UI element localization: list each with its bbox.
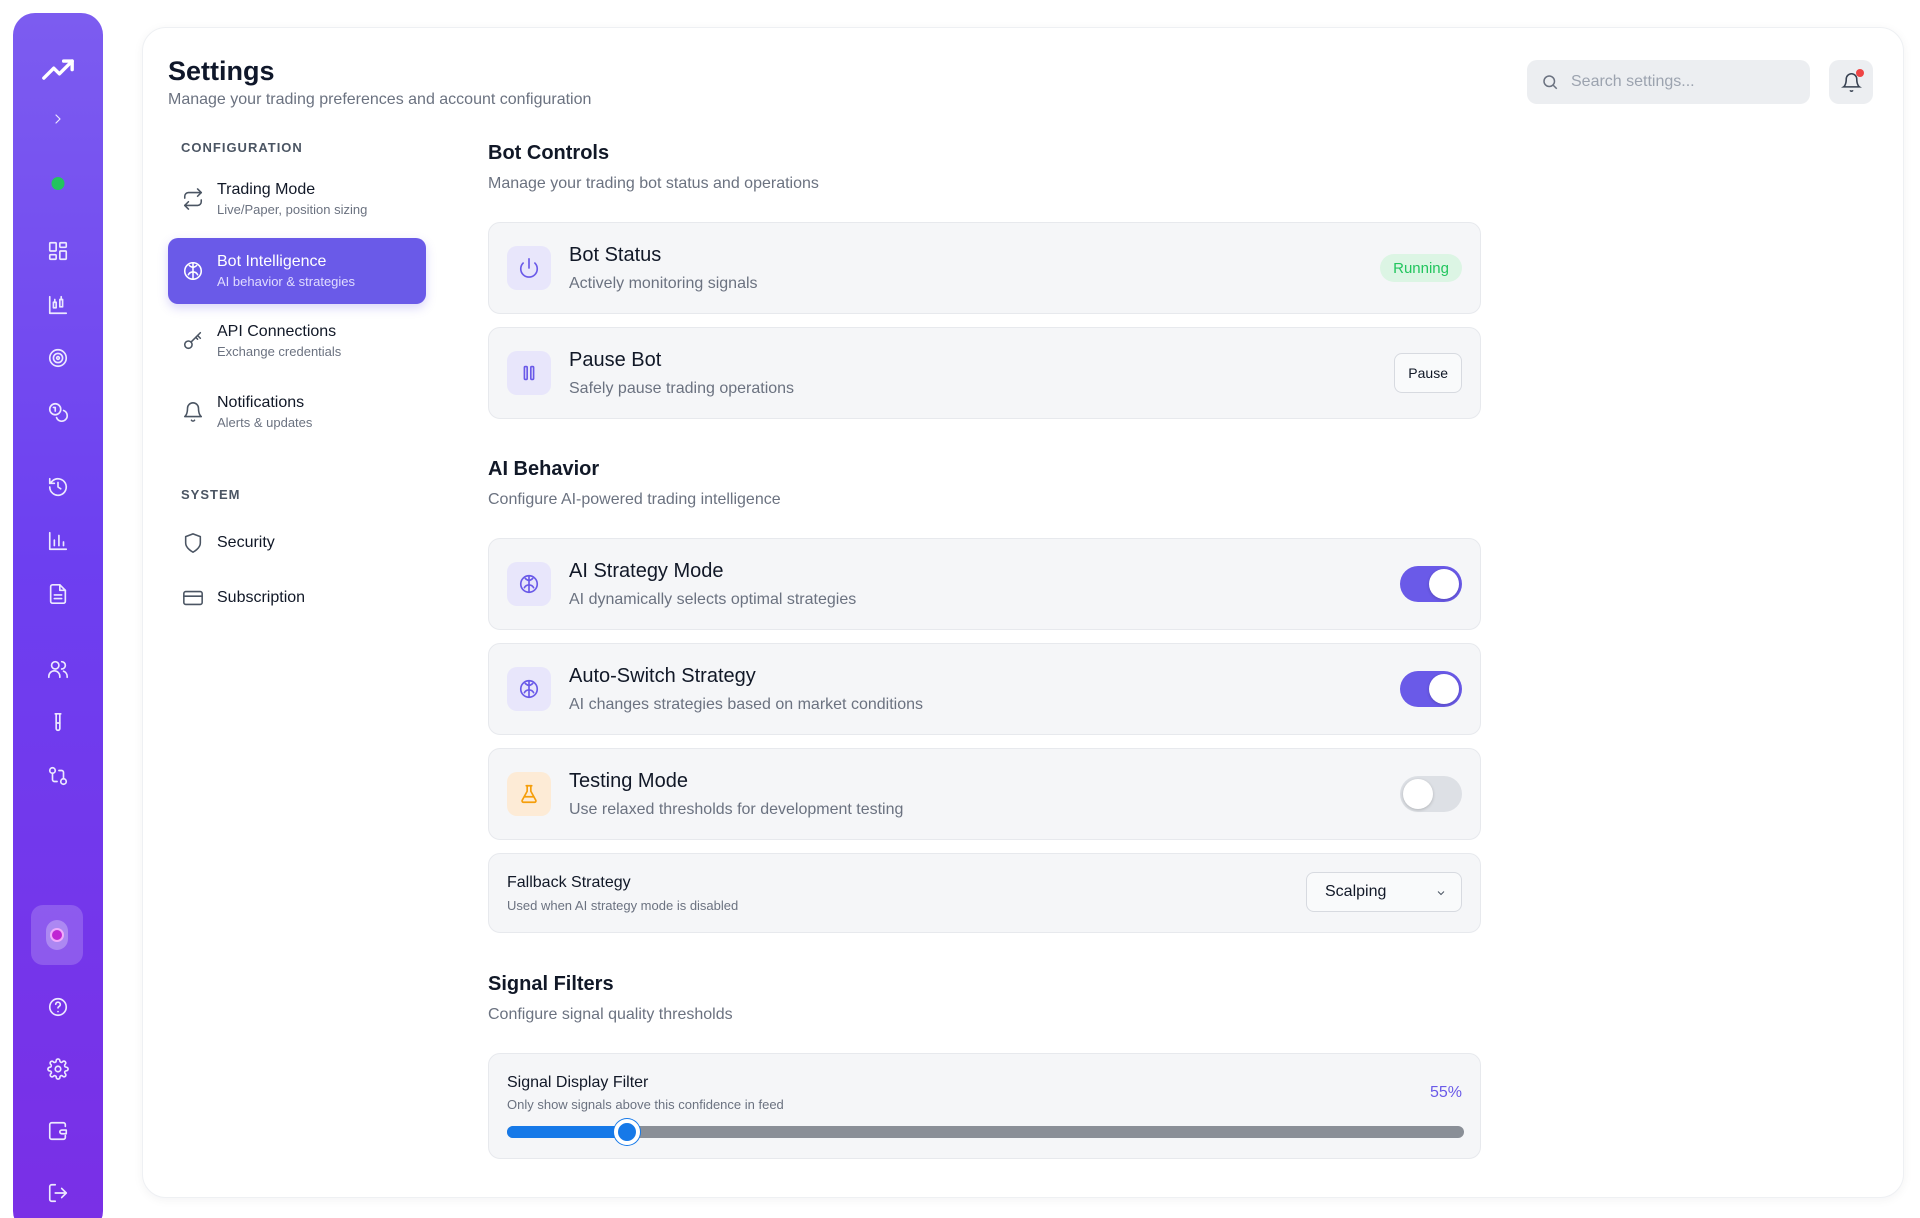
nav-item-label: API Connections [217, 323, 337, 340]
nav-item-label: Bot Intelligence [217, 253, 327, 270]
status-badge: Running [1380, 254, 1462, 282]
users-icon[interactable] [38, 649, 78, 689]
trend-logo-icon[interactable] [38, 51, 78, 91]
nav-item-api-connections[interactable]: API Connections Exchange credentials [168, 308, 426, 374]
testing-mode-desc: Use relaxed thresholds for development t… [569, 801, 904, 818]
brain-icon [183, 261, 203, 281]
flask-icon [507, 772, 551, 816]
signal-filter-slider[interactable] [507, 1119, 1464, 1145]
testing-mode-toggle[interactable] [1400, 776, 1462, 812]
credit-card-icon [183, 590, 203, 606]
pause-bot-desc: Safely pause trading operations [569, 380, 795, 397]
auto-switch-row: Auto-Switch Strategy AI changes strategi… [488, 643, 1481, 735]
slider-thumb[interactable] [614, 1119, 640, 1145]
gear-icon[interactable] [38, 1049, 78, 1089]
section-title-ai-behavior: AI Behavior [488, 458, 600, 480]
section-title-bot-controls: Bot Controls [488, 142, 610, 164]
logout-icon[interactable] [38, 1173, 78, 1213]
brain-icon [507, 562, 551, 606]
nav-item-label: Subscription [217, 589, 306, 606]
nav-item-desc: Live/Paper, position sizing [217, 202, 368, 217]
nav-item-security[interactable]: Security [168, 519, 426, 567]
pause-bot-title: Pause Bot [569, 349, 662, 371]
search-icon [1543, 75, 1558, 90]
ai-strategy-mode-title: AI Strategy Mode [569, 560, 724, 582]
nav-heading-system: SYSTEM [181, 487, 241, 502]
fallback-strategy-desc: Used when AI strategy mode is disabled [507, 898, 739, 913]
notifications-button[interactable] [1829, 60, 1873, 104]
nav-item-subscription[interactable]: Subscription [168, 574, 426, 622]
nav-item-trading-mode[interactable]: Trading Mode Live/Paper, position sizing [168, 166, 426, 232]
ai-strategy-mode-desc: AI dynamically selects optimal strategie… [569, 591, 857, 608]
help-icon[interactable] [38, 987, 78, 1027]
section-title-signal-filters: Signal Filters [488, 973, 614, 995]
brain-icon [507, 667, 551, 711]
power-icon [507, 246, 551, 290]
auto-switch-title: Auto-Switch Strategy [569, 665, 756, 687]
toggle-knob [1429, 674, 1459, 704]
chevron-down-icon [1437, 891, 1445, 896]
nav-heading-configuration: CONFIGURATION [181, 140, 303, 155]
pause-bot-row: Pause Bot Safely pause trading operation… [488, 327, 1481, 419]
fallback-strategy-title: Fallback Strategy [507, 874, 631, 891]
target-icon[interactable] [38, 338, 78, 378]
bar-chart-icon[interactable] [38, 521, 78, 561]
git-compare-icon[interactable] [38, 756, 78, 796]
section-subtitle-signal-filters: Configure signal quality thresholds [488, 1006, 733, 1023]
testing-mode-row: Testing Mode Use relaxed thresholds for … [488, 748, 1481, 840]
chevron-right-icon[interactable] [38, 99, 78, 139]
shield-icon [184, 533, 202, 553]
signal-filter-title: Signal Display Filter [507, 1074, 649, 1091]
search-box[interactable] [1527, 60, 1810, 104]
fallback-strategy-select[interactable]: Scalping [1306, 872, 1462, 912]
fallback-strategy-row: Fallback Strategy Used when AI strategy … [488, 853, 1481, 933]
auto-switch-desc: AI changes strategies based on market co… [569, 696, 923, 713]
wallet-icon[interactable] [38, 1111, 78, 1151]
dashboard-grid-icon[interactable] [38, 231, 78, 271]
ai-strategy-mode-row: AI Strategy Mode AI dynamically selects … [488, 538, 1481, 630]
signal-display-filter-row: Signal Display Filter Only show signals … [488, 1053, 1481, 1159]
ai-strategy-mode-toggle[interactable] [1400, 566, 1462, 602]
auto-switch-toggle[interactable] [1400, 671, 1462, 707]
avatar [46, 920, 68, 950]
pause-button[interactable]: Pause [1394, 353, 1462, 393]
key-icon [183, 331, 202, 350]
bot-status-desc: Actively monitoring signals [569, 275, 758, 292]
bell-icon [183, 402, 203, 422]
signal-filter-value: 55% [1429, 1084, 1462, 1101]
test-tube-icon[interactable] [38, 703, 78, 743]
toggle-knob [1403, 779, 1433, 809]
history-icon[interactable] [38, 467, 78, 507]
page-title: Settings [168, 56, 275, 86]
chart-candles-icon[interactable] [38, 285, 78, 325]
nav-item-bot-intelligence[interactable]: Bot Intelligence AI behavior & strategie… [168, 238, 426, 304]
document-icon[interactable] [38, 574, 78, 614]
nav-item-notifications[interactable]: Notifications Alerts & updates [168, 379, 426, 445]
nav-item-label: Trading Mode [217, 181, 316, 198]
testing-mode-title: Testing Mode [569, 770, 688, 792]
coins-icon[interactable] [38, 392, 78, 432]
bot-status-dot [51, 177, 65, 190]
repeat-icon [183, 188, 203, 210]
nav-item-desc: AI behavior & strategies [217, 274, 356, 289]
notification-badge [1856, 69, 1864, 77]
bot-status-title: Bot Status [569, 244, 662, 266]
nav-item-label: Notifications [217, 394, 305, 411]
pause-icon [507, 351, 551, 395]
nav-item-desc: Alerts & updates [217, 415, 313, 430]
search-input[interactable] [1571, 73, 1801, 91]
page-subtitle: Manage your trading preferences and acco… [168, 91, 592, 108]
section-subtitle-ai-behavior: Configure AI-powered trading intelligenc… [488, 491, 781, 508]
nav-item-desc: Exchange credentials [217, 344, 342, 359]
slider-fill [507, 1126, 627, 1138]
select-value: Scalping [1325, 883, 1387, 900]
section-subtitle-bot-controls: Manage your trading bot status and opera… [488, 175, 819, 192]
bot-status-row: Bot Status Actively monitoring signals R… [488, 222, 1481, 314]
nav-item-label: Security [217, 534, 275, 551]
app-sidebar [13, 13, 103, 1218]
toggle-knob [1429, 569, 1459, 599]
signal-filter-desc: Only show signals above this confidence … [507, 1097, 784, 1112]
profile-avatar-button[interactable] [31, 905, 83, 965]
